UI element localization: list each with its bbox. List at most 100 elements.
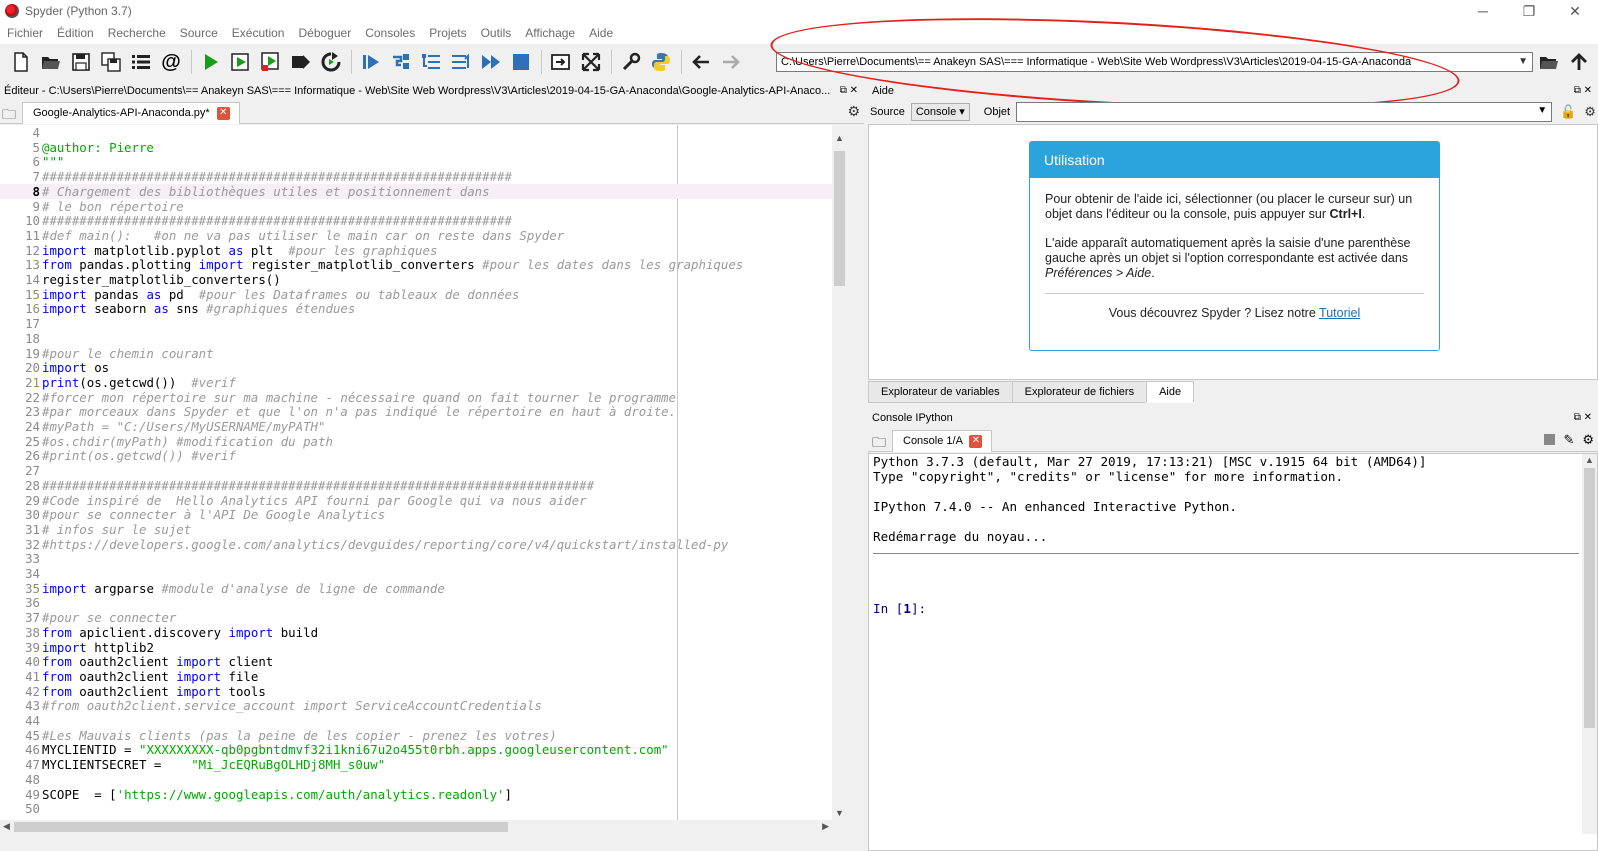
- editor-horizontal-scrollbar[interactable]: ◀ ▶: [0, 820, 847, 834]
- menu-deboguer[interactable]: Déboguer: [291, 22, 358, 44]
- code-line[interactable]: 19 #pour le chemin courant: [0, 346, 832, 361]
- scroll-up-icon[interactable]: ▲: [1585, 455, 1594, 465]
- code-line[interactable]: 12 import matplotlib.pyplot as plt #pour …: [0, 243, 832, 258]
- run-cell-icon[interactable]: [228, 49, 254, 75]
- maximize-icon[interactable]: ❐: [1506, 0, 1552, 22]
- undock-icon[interactable]: ⧉ ✕: [1574, 409, 1592, 427]
- code-line[interactable]: 26 #print(os.getcwd()) #verif: [0, 448, 832, 463]
- menu-source[interactable]: Source: [173, 22, 225, 44]
- code-line[interactable]: 28 ######################################…: [0, 478, 832, 493]
- code-line[interactable]: 44: [0, 713, 832, 728]
- menu-affichage[interactable]: Affichage: [518, 22, 582, 44]
- code-line[interactable]: 27: [0, 463, 832, 478]
- menu-projets[interactable]: Projets: [422, 22, 473, 44]
- scroll-down-icon[interactable]: ▼: [835, 808, 844, 818]
- save-all-icon[interactable]: [98, 49, 124, 75]
- code-line[interactable]: 43 #from oauth2client.service_account imp…: [0, 698, 832, 713]
- code-line[interactable]: 25 #os.chdir(myPath) #modification du pat…: [0, 434, 832, 449]
- code-line[interactable]: 45 #Les Mauvais clients (pas la peine de …: [0, 728, 832, 743]
- gear-icon[interactable]: ⚙: [847, 103, 860, 120]
- code-line[interactable]: 18: [0, 331, 832, 346]
- save-icon[interactable]: [68, 49, 94, 75]
- code-line[interactable]: 50: [0, 801, 832, 816]
- chevron-down-icon[interactable]: ▼: [1537, 105, 1547, 116]
- scroll-thumb[interactable]: [14, 822, 508, 832]
- code-line[interactable]: 9 # le bon répertoire: [0, 199, 832, 214]
- tab-variable-explorer[interactable]: Explorateur de variables: [868, 381, 1013, 403]
- at-icon[interactable]: @: [158, 49, 184, 75]
- code-line[interactable]: 36: [0, 595, 832, 610]
- browse-folder-icon[interactable]: [1536, 49, 1562, 75]
- menu-aide[interactable]: Aide: [582, 22, 620, 44]
- undock-icon[interactable]: ⧉ ✕: [1574, 82, 1592, 100]
- code-line[interactable]: 7 #######################################…: [0, 169, 832, 184]
- rerun-icon[interactable]: [318, 49, 344, 75]
- run-icon[interactable]: [198, 49, 224, 75]
- scroll-up-icon[interactable]: ▲: [835, 133, 844, 143]
- code-line[interactable]: 35 import argparse #module d'analyse de l…: [0, 581, 832, 596]
- code-line[interactable]: 32 #https://developers.google.com/analyti…: [0, 537, 832, 552]
- fullscreen-icon[interactable]: [578, 49, 604, 75]
- forward-arrow-icon[interactable]: [718, 49, 744, 75]
- code-line[interactable]: 5 @author: Pierre: [0, 140, 832, 155]
- code-line[interactable]: 39 import httplib2: [0, 640, 832, 655]
- close-tab-icon[interactable]: ✕: [969, 434, 983, 448]
- code-line[interactable]: 20 import os: [0, 360, 832, 375]
- code-line[interactable]: 17: [0, 316, 832, 331]
- code-line[interactable]: 37 #pour se connecter: [0, 610, 832, 625]
- code-line[interactable]: 23 #par morceaux dans Spyder et que l'on …: [0, 404, 832, 419]
- scroll-right-icon[interactable]: ▶: [822, 821, 829, 832]
- code-line[interactable]: 13 from pandas.plotting import register_m…: [0, 257, 832, 272]
- code-line[interactable]: 10 ######################################…: [0, 213, 832, 228]
- code-line[interactable]: 33: [0, 551, 832, 566]
- editor-vertical-scrollbar[interactable]: ▲ ▼: [832, 125, 847, 820]
- ipython-console[interactable]: Python 3.7.3 (default, Mar 27 2019, 17:1…: [868, 453, 1598, 851]
- list-icon[interactable]: [128, 49, 154, 75]
- console-vertical-scrollbar[interactable]: ▲: [1582, 454, 1597, 834]
- menu-fichier[interactable]: Fichier: [0, 22, 50, 44]
- close-tab-icon[interactable]: ✕: [216, 106, 230, 120]
- menu-edition[interactable]: Édition: [50, 22, 101, 44]
- close-icon[interactable]: ✕: [1552, 0, 1598, 22]
- step-into-icon[interactable]: [418, 49, 444, 75]
- code-line[interactable]: 31 # infos sur le sujet: [0, 522, 832, 537]
- python-path-icon[interactable]: [648, 49, 674, 75]
- lock-icon[interactable]: 🔓: [1560, 104, 1576, 120]
- clear-console-icon[interactable]: ✎: [1563, 432, 1574, 448]
- debug-icon[interactable]: [358, 49, 384, 75]
- code-line[interactable]: 46 MYCLIENTID = "XXXXXXXXX-qb0pgbntdmvf32…: [0, 742, 832, 757]
- code-line[interactable]: 41 from oauth2client import file: [0, 669, 832, 684]
- menu-recherche[interactable]: Recherche: [101, 22, 173, 44]
- new-file-icon[interactable]: [8, 49, 34, 75]
- tutorial-link[interactable]: Tutoriel: [1319, 306, 1360, 320]
- menu-execution[interactable]: Exécution: [225, 22, 292, 44]
- editor-tab-file[interactable]: Google-Analytics-API-Anaconda.py* ✕: [22, 102, 240, 124]
- code-line[interactable]: 34: [0, 566, 832, 581]
- stop-debug-icon[interactable]: [508, 49, 534, 75]
- code-line[interactable]: 6 """: [0, 154, 832, 169]
- code-line[interactable]: 22 #forcer mon répertoire sur ma machine …: [0, 390, 832, 405]
- code-line[interactable]: 21 print(os.getcwd()) #verif: [0, 375, 832, 390]
- code-line[interactable]: 29 #Code inspiré de Hello Analytics API f…: [0, 493, 832, 508]
- code-line[interactable]: 14 register_matplotlib_converters(): [0, 272, 832, 287]
- preferences-wrench-icon[interactable]: [618, 49, 644, 75]
- code-line[interactable]: 47 MYCLIENTSECRET = "Mi_JcEQRuBgOLHDj8MH_…: [0, 757, 832, 772]
- console-tab[interactable]: Console 1/A ✕: [892, 430, 992, 452]
- tab-help[interactable]: Aide: [1146, 381, 1195, 403]
- menu-outils[interactable]: Outils: [474, 22, 519, 44]
- minimize-icon[interactable]: ─: [1460, 0, 1506, 22]
- object-input[interactable]: ▼: [1016, 102, 1553, 122]
- run-cell-advance-icon[interactable]: [258, 49, 284, 75]
- code-line[interactable]: 4: [0, 125, 832, 140]
- code-line[interactable]: 49 SCOPE = ['https://www.googleapis.com/a…: [0, 787, 832, 802]
- working-directory-input[interactable]: C:\Users\Pierre\Documents\== Anakeyn SAS…: [776, 52, 1533, 72]
- parent-directory-icon[interactable]: [1566, 49, 1592, 75]
- menu-consoles[interactable]: Consoles: [358, 22, 422, 44]
- back-arrow-icon[interactable]: [688, 49, 714, 75]
- open-folder-icon[interactable]: [38, 49, 64, 75]
- code-line[interactable]: 42 from oauth2client import tools: [0, 684, 832, 699]
- code-line[interactable]: 8 # Chargement des bibliothèques utiles e…: [0, 183, 832, 199]
- code-line[interactable]: 11 #def main(): #on ne va pas utiliser le…: [0, 228, 832, 243]
- gear-icon[interactable]: ⚙: [1582, 432, 1594, 448]
- code-editor[interactable]: 4 5 @author: Pierre 6 """ 7 ##################…: [0, 125, 847, 833]
